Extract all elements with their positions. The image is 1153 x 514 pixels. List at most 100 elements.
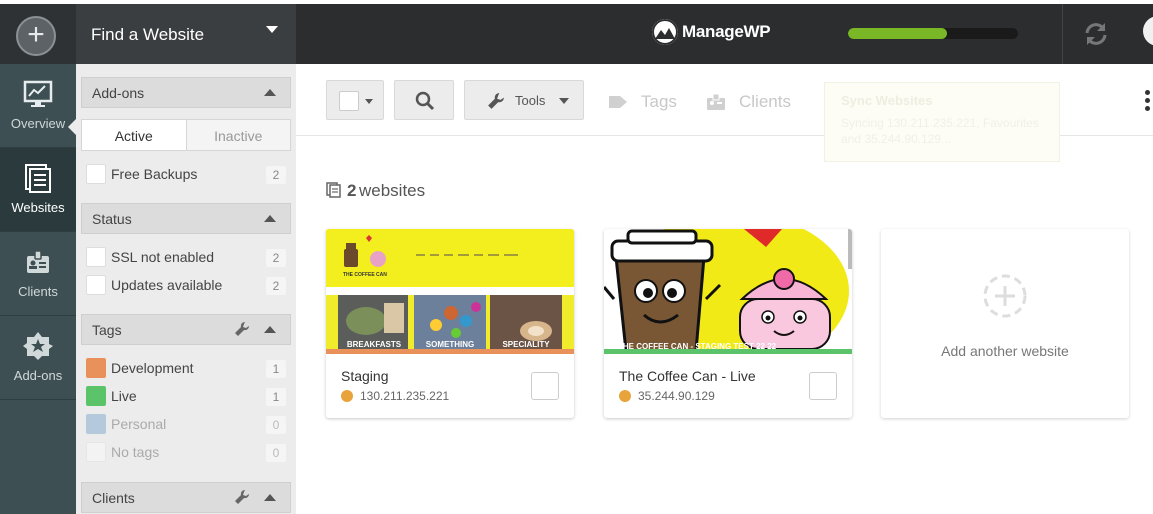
globe-icon: [619, 390, 631, 402]
sync-progress-bar: [848, 28, 1018, 39]
notification-title: Sync Websites: [841, 93, 933, 108]
sync-notification: Sync Websites Syncing 130.211.235.221, F…: [824, 82, 1060, 162]
chevron-down-icon: [266, 26, 278, 33]
filter-label: Free Backups: [111, 166, 198, 182]
chevron-up-icon[interactable]: [264, 89, 276, 96]
filter-label: Updates available: [111, 277, 223, 293]
filter-count: 2: [266, 277, 286, 295]
website-thumbnail[interactable]: THE COFFEE CAN BREAKFASTS SOMETHING SPEC…: [326, 229, 574, 354]
filter-ssl-not-enabled[interactable]: SSL not enabled 2: [86, 247, 286, 269]
filter-section-clients[interactable]: Clients: [81, 482, 291, 513]
filter-checkbox[interactable]: [86, 275, 106, 295]
filter-label: Development: [111, 360, 194, 376]
addons-status-toggle: Active Inactive: [81, 119, 291, 151]
filter-tag-live[interactable]: Live 1: [86, 386, 286, 408]
nav-clients-label: Clients: [18, 284, 58, 299]
filter-count: 0: [266, 416, 286, 434]
tags-label: Tags: [641, 92, 677, 111]
filter-count: 2: [266, 249, 286, 267]
website-title[interactable]: The Coffee Can - Live: [619, 368, 756, 384]
filter-section-title: Add-ons: [92, 85, 145, 101]
add-website-button[interactable]: +: [16, 16, 56, 56]
thumbnail-label: SOMETHING: [426, 340, 474, 349]
tag-icon: [609, 96, 627, 108]
filter-label: Live: [111, 388, 137, 404]
website-select-checkbox[interactable]: [531, 372, 559, 400]
tag-color-swatch[interactable]: [86, 414, 106, 434]
website-count-label: websites: [359, 181, 426, 200]
nav-overview[interactable]: Overview: [0, 64, 76, 148]
filter-free-backups[interactable]: Free Backups 2: [86, 164, 286, 186]
chevron-up-icon[interactable]: [264, 326, 276, 333]
clients-icon: [27, 250, 49, 273]
brand-logo[interactable]: ManageWP: [652, 17, 771, 47]
website-screenshot: THE COFFEE CAN BREAKFASTS SOMETHING SPEC…: [326, 229, 574, 354]
nav-overview-label: Overview: [10, 116, 66, 131]
search-icon: [415, 91, 435, 111]
websites-icon: [25, 164, 51, 193]
toolbar: Tools Tags Clients Sync Websites Syncing…: [296, 64, 1153, 162]
website-card-coffee-can-live[interactable]: THE COFFEE CAN - STAGING TEST 22 22 The …: [604, 229, 852, 418]
website-ip-text: 130.211.235.221: [360, 389, 450, 403]
more-options-icon[interactable]: [1145, 90, 1150, 114]
tools-label: Tools: [515, 93, 546, 108]
filter-count: 1: [266, 360, 286, 378]
avatar[interactable]: [1143, 16, 1153, 46]
chevron-up-icon[interactable]: [264, 215, 276, 222]
filter-section-title: Status: [92, 211, 132, 227]
add-circle-icon: [983, 274, 1027, 318]
select-all-dropdown[interactable]: [326, 80, 384, 120]
filter-tag-development[interactable]: Development 1: [86, 358, 286, 380]
filter-count: 2: [266, 166, 286, 184]
chevron-up-icon[interactable]: [264, 494, 276, 501]
clients-label: Clients: [739, 92, 791, 111]
notification-body: Syncing 130.211.235.221, Favourites and …: [841, 116, 1039, 146]
tab-inactive[interactable]: Inactive: [187, 120, 291, 150]
filter-section-status[interactable]: Status: [81, 203, 291, 234]
filter-section-title: Clients: [92, 490, 135, 506]
wrench-icon: [488, 93, 504, 109]
website-thumbnail[interactable]: THE COFFEE CAN - STAGING TEST 22 22: [604, 229, 852, 354]
add-website-card[interactable]: Add another website: [881, 229, 1129, 418]
find-website-dropdown[interactable]: Find a Website: [76, 4, 296, 64]
nav-clients[interactable]: Clients: [0, 232, 76, 316]
nav-websites-label: Websites: [11, 200, 65, 215]
find-website-label: Find a Website: [91, 25, 205, 44]
thumbnail-label: SPECIALITY: [502, 340, 550, 349]
filter-checkbox[interactable]: [86, 442, 106, 462]
website-ip-text: 35.244.90.129: [638, 389, 715, 403]
website-card-staging[interactable]: THE COFFEE CAN BREAKFASTS SOMETHING SPEC…: [326, 229, 574, 418]
filter-section-title: Tags: [92, 322, 122, 338]
website-select-checkbox[interactable]: [809, 372, 837, 400]
filter-section-addons[interactable]: Add-ons: [81, 77, 291, 108]
brand-name: ManageWP: [682, 22, 771, 41]
filter-count: 1: [266, 388, 286, 406]
nav-addons-label: Add-ons: [13, 368, 63, 383]
add-website-label: Add another website: [941, 343, 1069, 359]
filter-section-tags[interactable]: Tags: [81, 314, 291, 345]
wrench-icon[interactable]: [234, 489, 250, 505]
left-navigation: Overview Websites Clients Add-ons: [0, 64, 76, 514]
tag-color-swatch[interactable]: [86, 386, 106, 406]
overview-icon: [23, 80, 53, 107]
clients-icon: [707, 93, 725, 110]
filter-no-tags[interactable]: No tags 0: [86, 442, 286, 464]
filter-checkbox[interactable]: [86, 247, 106, 267]
wrench-icon[interactable]: [234, 321, 250, 337]
filter-updates-available[interactable]: Updates available 2: [86, 275, 286, 297]
tab-active[interactable]: Active: [82, 120, 187, 150]
addons-icon: [23, 332, 53, 360]
tools-dropdown[interactable]: Tools: [464, 80, 584, 120]
select-all-checkbox[interactable]: [339, 91, 359, 111]
thumbnail-logo: THE COFFEE CAN: [343, 272, 387, 278]
tag-color-swatch[interactable]: [86, 358, 106, 378]
add-website-area: +: [0, 4, 76, 64]
filter-label: No tags: [111, 444, 160, 460]
filter-checkbox[interactable]: [86, 164, 106, 184]
nav-addons[interactable]: Add-ons: [0, 316, 76, 400]
filter-tag-personal[interactable]: Personal 0: [86, 414, 286, 436]
website-title[interactable]: Staging: [341, 368, 388, 384]
sync-button[interactable]: [1062, 4, 1128, 64]
nav-websites[interactable]: Websites: [0, 148, 76, 232]
search-button[interactable]: [394, 80, 454, 120]
